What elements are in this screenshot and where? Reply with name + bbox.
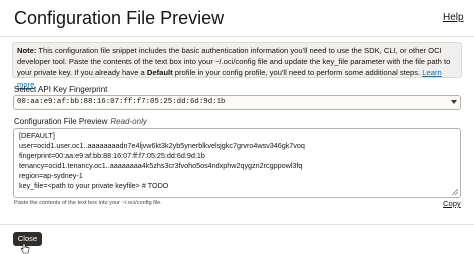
config-preview-textarea[interactable]: [DEFAULT] user=ocid1.user.oc1..aaaaaaaad…: [13, 128, 461, 198]
note-label: Note:: [17, 46, 37, 55]
chevron-down-icon[interactable]: [451, 100, 457, 104]
read-only-indicator: Read-only: [110, 117, 147, 126]
fingerprint-value: 00:aa:e9:af:bb:88:16:07:ff:f7:05:25:dd:6…: [17, 98, 226, 106]
fingerprint-select[interactable]: 00:aa:e9:af:bb:88:16:07:ff:f7:05:25:dd:6…: [13, 95, 461, 110]
resize-grip-icon[interactable]: [452, 189, 458, 195]
help-link[interactable]: Help: [443, 12, 464, 23]
note-box: Note: This configuration file snippet in…: [12, 42, 462, 89]
dialog-title: Configuration File Preview: [14, 8, 225, 28]
fingerprint-label: Select API Key Fingerprint: [14, 85, 108, 94]
config-preview-content[interactable]: [DEFAULT] user=ocid1.user.oc1..aaaaaaaad…: [19, 131, 455, 191]
footer-divider: [0, 224, 474, 225]
config-preview-label: Configuration File Preview Read-only: [14, 117, 147, 127]
copy-link[interactable]: Copy: [443, 199, 461, 208]
header-divider: [0, 36, 474, 37]
config-label-text: Configuration File Preview: [14, 117, 108, 126]
hand-pointer-icon: [20, 243, 30, 254]
note-text-2: profile in your config profile, you'll n…: [172, 68, 423, 78]
note-default-word: Default: [146, 68, 173, 78]
paste-hint: Paste the contents of the text box into …: [14, 200, 162, 206]
